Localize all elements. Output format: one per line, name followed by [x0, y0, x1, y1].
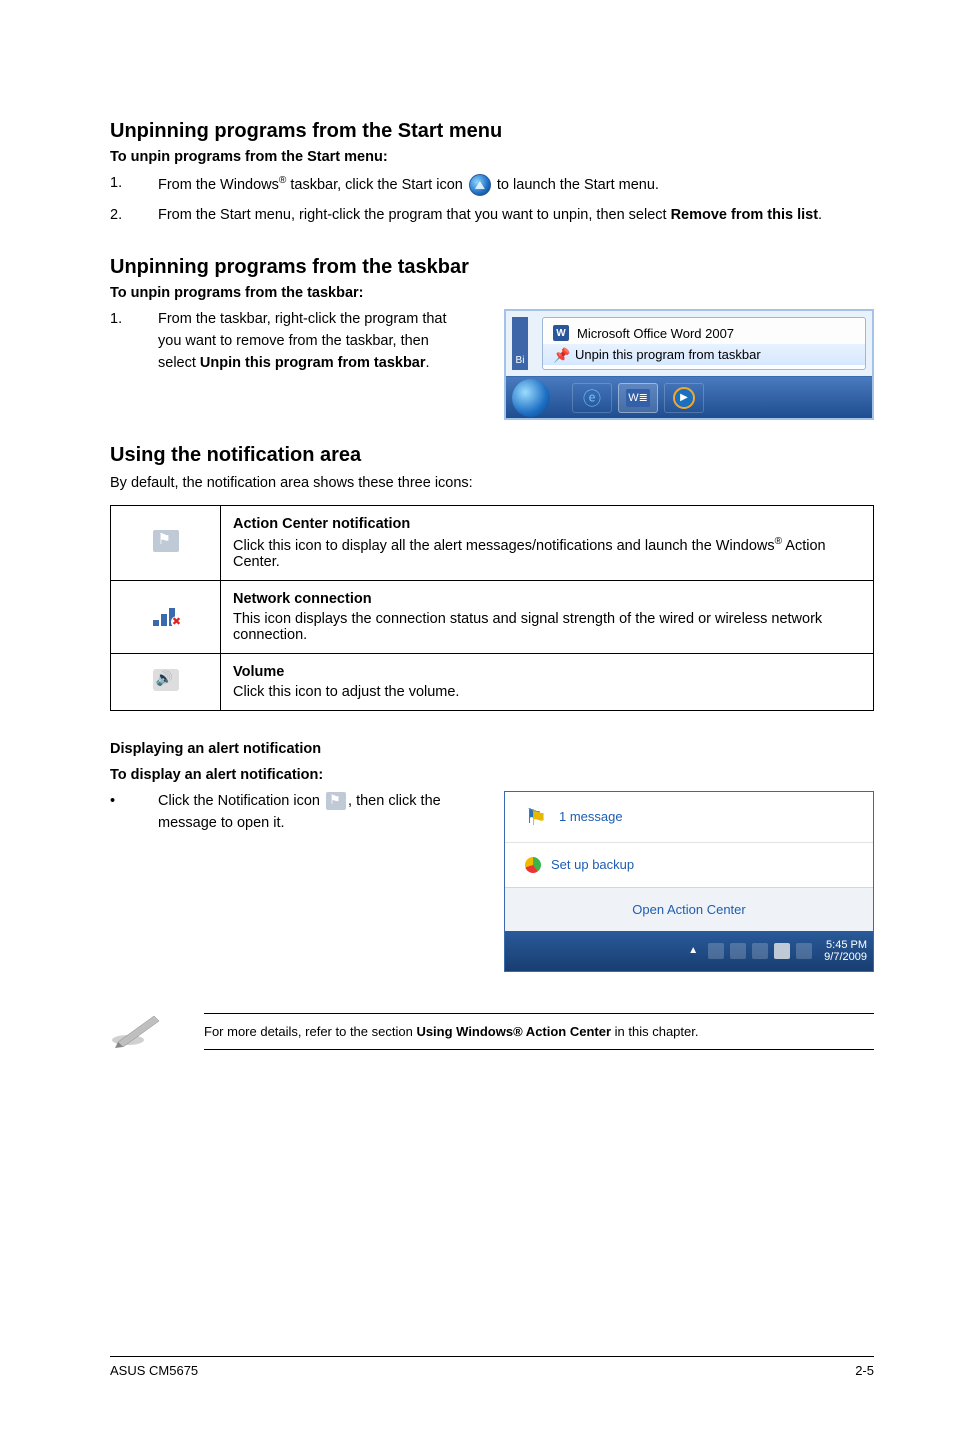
ie-icon: ⓔ [583, 385, 601, 411]
cell-title: Volume [233, 664, 861, 680]
t: From the Start menu, right-click the pro… [158, 207, 671, 223]
cell-text: Click this icon to adjust the volume. [233, 684, 861, 700]
start-icon [469, 174, 491, 196]
step-text: From the Start menu, right-click the pro… [158, 205, 822, 227]
heading-display-alert: Displaying an alert notification [110, 741, 874, 757]
taskbar: ⓔ W≣ ▶ [506, 376, 872, 418]
tray-flag-icon [774, 943, 790, 959]
volume-icon [153, 669, 179, 691]
bold: Remove from this list [671, 207, 818, 223]
notification-icons-table: Action Center notification Click this ic… [110, 505, 874, 711]
alert-open-label: Open Action Center [632, 902, 745, 917]
tray-date: 9/7/2009 [824, 951, 867, 963]
heading-notification-area: Using the notification area [110, 444, 874, 467]
desc-cell: Action Center notification Click this ic… [221, 506, 874, 581]
notification-flag-icon [326, 792, 346, 810]
sub-unpin-taskbar: To unpin programs from the taskbar: [110, 285, 874, 301]
step-text: From the Windows® taskbar, click the Sta… [158, 173, 659, 197]
tray-expand-icon: ▲ [688, 945, 698, 956]
alert-popup-screenshot: 1 message Set up backup Open Action Cent… [504, 791, 874, 972]
cell-text: This icon displays the connection status… [233, 611, 861, 643]
tray-icon [730, 943, 746, 959]
bullet: • [110, 791, 158, 835]
tray-time: 5:45 PM [824, 939, 867, 951]
reg-mark: ® [775, 536, 782, 547]
alert-header-label: 1 message [559, 809, 623, 824]
desc-cell: Network connection This icon displays th… [221, 580, 874, 653]
system-tray: ▲ 5:45 PM 9/7/2009 [505, 931, 873, 971]
cell-title: Network connection [233, 591, 861, 607]
cell-title: Action Center notification [233, 516, 861, 532]
jump-label: Unpin this program from taskbar [575, 347, 761, 362]
desc-cell: Volume Click this icon to adjust the vol… [221, 653, 874, 710]
t: in this chapter. [611, 1024, 698, 1039]
step-num: 1. [110, 173, 158, 197]
step-num: 1. [110, 309, 158, 374]
bullet-text: Click the Notification icon , then click… [158, 791, 464, 835]
sub-unpin-start: To unpin programs from the Start menu: [110, 149, 874, 165]
tray-icon [708, 943, 724, 959]
step-1: 1. From the Windows® taskbar, click the … [110, 173, 874, 197]
table-row: Action Center notification Click this ic… [111, 506, 874, 581]
alert-setup-label: Set up backup [551, 857, 634, 872]
jump-list-screenshot: Bi W Microsoft Office Word 2007 📌 Unpin … [504, 309, 874, 420]
t: For more details, refer to the section [204, 1024, 416, 1039]
page-footer: ASUS CM5675 2-5 [110, 1356, 874, 1378]
word-taskbar-icon: W≣ [626, 389, 650, 407]
tray-volume-icon [752, 943, 768, 959]
steps-unpin-start: 1. From the Windows® taskbar, click the … [110, 173, 874, 226]
steps-unpin-taskbar: 1. From the taskbar, right-click the pro… [110, 309, 464, 374]
word-button: W≣ [618, 383, 658, 413]
step-num: 2. [110, 205, 158, 227]
note-text: For more details, refer to the section U… [204, 1013, 874, 1050]
pencil-icon [110, 1010, 164, 1053]
step-1: 1. From the taskbar, right-click the pro… [110, 309, 464, 374]
alert-open-action-center: Open Action Center [505, 887, 873, 931]
t: Click the Notification icon [158, 793, 324, 809]
window-edge: Bi [512, 317, 528, 370]
jump-item-word: W Microsoft Office Word 2007 [543, 322, 865, 344]
alert-header: 1 message [505, 792, 873, 842]
bullet-item: • Click the Notification icon , then cli… [110, 791, 464, 835]
tray-icon [796, 943, 812, 959]
cell-text: Click this icon to display all the alert… [233, 536, 861, 570]
t: to launch the Start menu. [497, 177, 659, 193]
t: . [818, 207, 822, 223]
action-center-icon [153, 530, 179, 552]
step-2: 2. From the Start menu, right-click the … [110, 205, 874, 227]
bold: Unpin this program from taskbar [200, 355, 426, 371]
jump-label: Microsoft Office Word 2007 [577, 326, 734, 341]
jump-item-unpin: 📌 Unpin this program from taskbar [543, 344, 865, 365]
word-icon: W [553, 325, 569, 341]
t: Click this icon to display all the alert… [233, 538, 775, 554]
wmp-icon: ▶ [673, 387, 695, 409]
table-row: Network connection This icon displays th… [111, 580, 874, 653]
step-text: From the taskbar, right-click the progra… [158, 309, 464, 374]
flag-colored-icon [525, 806, 549, 828]
icon-cell [111, 580, 221, 653]
alert-setup-backup: Set up backup [505, 842, 873, 887]
footer-right: 2-5 [855, 1363, 874, 1378]
table-row: Volume Click this icon to adjust the vol… [111, 653, 874, 710]
icon-cell [111, 506, 221, 581]
t: taskbar, click the Start icon [286, 177, 467, 193]
backup-icon [525, 857, 541, 873]
heading-unpin-start: Unpinning programs from the Start menu [110, 120, 874, 143]
footer-left: ASUS CM5675 [110, 1363, 198, 1378]
start-button [512, 379, 550, 417]
bold: Using Windows® Action Center [416, 1024, 611, 1039]
t: . [426, 355, 430, 371]
notif-intro: By default, the notification area shows … [110, 473, 874, 495]
network-icon [153, 604, 179, 626]
unpin-icon: 📌 [553, 348, 567, 362]
ie-button: ⓔ [572, 383, 612, 413]
sub-display-alert: To display an alert notification: [110, 767, 874, 783]
icon-cell [111, 653, 221, 710]
wmp-button: ▶ [664, 383, 704, 413]
note-callout: For more details, refer to the section U… [110, 1010, 874, 1053]
tray-clock: 5:45 PM 9/7/2009 [824, 939, 867, 963]
t: From the Windows [158, 177, 279, 193]
heading-unpin-taskbar: Unpinning programs from the taskbar [110, 256, 874, 279]
